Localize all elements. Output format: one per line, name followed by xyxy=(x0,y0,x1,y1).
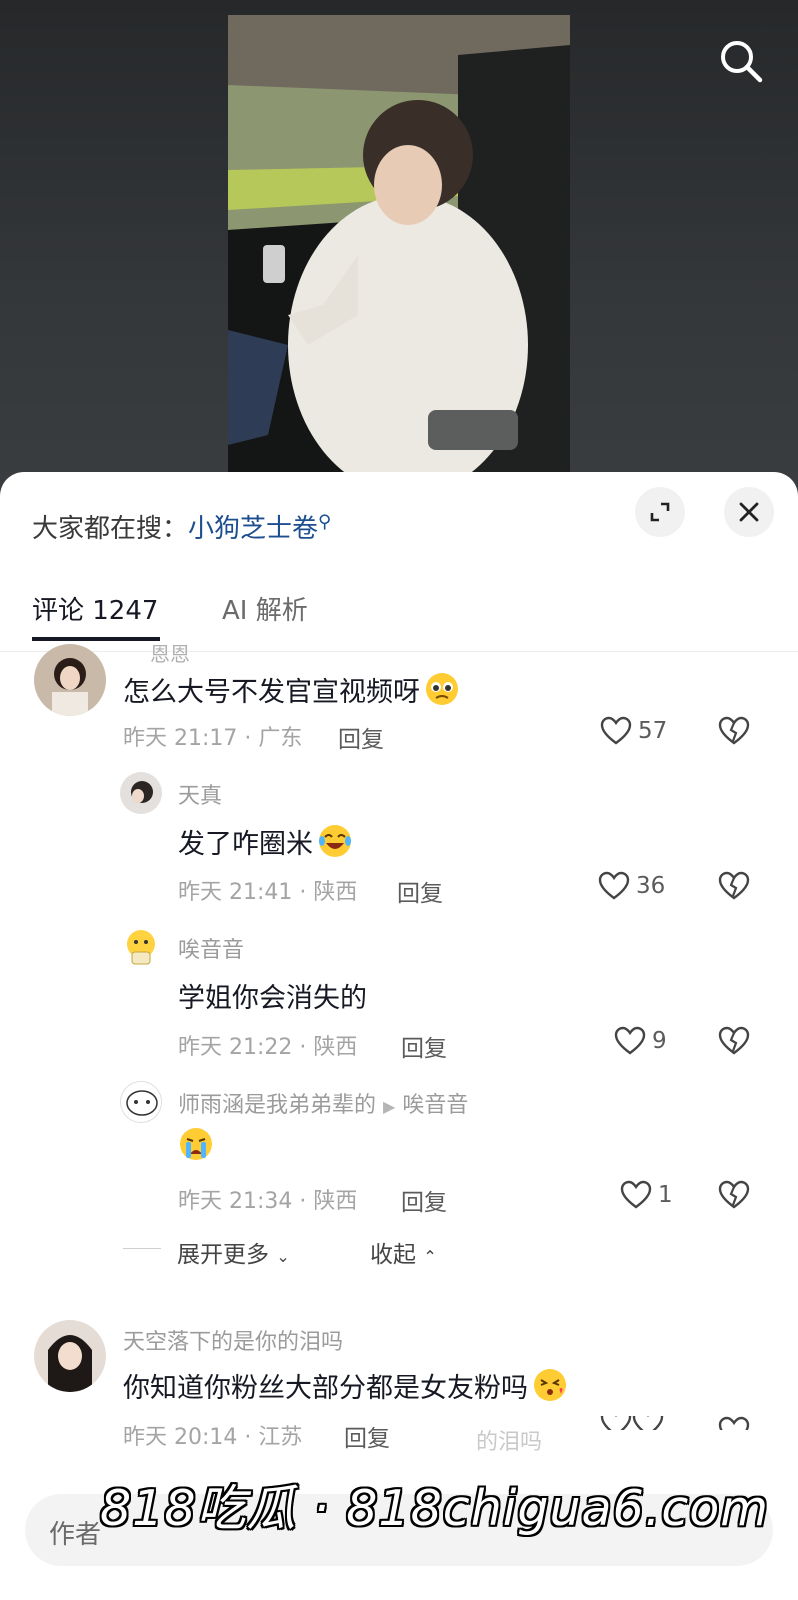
chevron-up-icon: ⌃ xyxy=(423,1247,437,1266)
broken-heart-icon xyxy=(718,871,750,900)
video-area xyxy=(0,0,798,490)
comment-sheet: 大家都在搜：小狗芝士卷⚲ 评论 1247 AI 解析 恩恩 怎么大号不发官宣视频… xyxy=(0,472,798,1600)
watermark: 818吃瓜 · 818chigua6.com xyxy=(100,1480,769,1537)
search-button[interactable] xyxy=(716,36,766,86)
avatar[interactable] xyxy=(120,1081,162,1123)
comment-text: 发了咋圈米 xyxy=(178,822,353,861)
active-tab-underline xyxy=(32,637,160,641)
username[interactable]: 唉音音 xyxy=(178,932,244,964)
kissing-face-icon xyxy=(534,1369,566,1401)
heart-icon xyxy=(600,1416,664,1430)
like-button[interactable]: 1 xyxy=(620,1180,673,1210)
close-icon xyxy=(739,502,759,522)
heart-icon xyxy=(614,1026,646,1055)
like-button[interactable]: 36 xyxy=(598,871,665,901)
video-thumbnail[interactable] xyxy=(228,15,570,480)
dislike-button[interactable] xyxy=(718,1180,750,1214)
heart-icon xyxy=(600,716,632,745)
broken-heart-icon xyxy=(718,1416,750,1430)
dislike-button[interactable] xyxy=(718,1026,750,1060)
input-placeholder: 作者 xyxy=(49,1520,102,1550)
like-button[interactable]: 57 xyxy=(600,716,667,746)
crying-face-icon xyxy=(180,1128,212,1160)
faded-overlay-text: 的泪吗 xyxy=(476,1430,543,1455)
dislike-button[interactable] xyxy=(718,1416,750,1430)
laugh-cry-face-icon xyxy=(319,825,351,857)
trending-prefix: 大家都在搜： xyxy=(32,514,189,544)
username[interactable]: 师雨涵是我弟弟辈的 ▶ 唉音音 xyxy=(178,1087,468,1119)
search-icon xyxy=(721,41,763,83)
comment-text: 你知道你粉丝大部分都是女友粉吗 xyxy=(123,1366,568,1405)
comment-meta: 昨天 21:34 · 陕西 xyxy=(178,1189,358,1214)
broken-heart-icon xyxy=(718,1180,750,1209)
broken-heart-icon xyxy=(718,1026,750,1055)
like-button[interactable] xyxy=(600,1416,664,1430)
heart-icon xyxy=(620,1180,652,1209)
heart-icon xyxy=(598,871,630,900)
username[interactable]: 天空落下的是你的泪吗 xyxy=(123,1324,343,1356)
avatar[interactable] xyxy=(120,772,162,814)
like-count: 57 xyxy=(638,718,668,744)
like-count: 1 xyxy=(658,1182,673,1208)
like-button[interactable]: 9 xyxy=(614,1026,667,1056)
avatar[interactable] xyxy=(34,644,106,716)
username[interactable]: 天真 xyxy=(178,778,222,810)
comment-text: 学姐你会消失的 xyxy=(178,983,367,1014)
pleading-face-icon xyxy=(426,673,458,705)
comment-meta: 昨天 21:22 · 陕西 xyxy=(178,1035,358,1060)
reply-button[interactable]: 回复 xyxy=(338,720,384,754)
reply-button[interactable]: 回复 xyxy=(344,1419,390,1453)
dislike-button[interactable] xyxy=(718,716,750,750)
search-icon: ⚲ xyxy=(318,511,332,533)
reply-arrow-icon: ▶ xyxy=(383,1097,396,1116)
reply-button[interactable]: 回复 xyxy=(401,1029,447,1063)
trending-keyword[interactable]: 小狗芝士卷 xyxy=(188,514,318,544)
collapse-button[interactable]: 收起 ⌃ xyxy=(370,1235,437,1269)
comment-text: 怎么大号不发官宣视频呀 xyxy=(123,670,460,709)
comment-tabs: 评论 1247 AI 解析 xyxy=(0,590,798,641)
tab-ai-analysis[interactable]: AI 解析 xyxy=(222,590,308,627)
close-button[interactable] xyxy=(724,487,774,537)
dislike-button[interactable] xyxy=(718,871,750,905)
tab-comments[interactable]: 评论 1247 xyxy=(32,590,158,627)
comment-meta: 昨天 21:17 · 广东 xyxy=(123,726,303,751)
chevron-down-icon: ⌄ xyxy=(276,1247,290,1266)
comment-meta: 昨天 20:14 · 江苏 xyxy=(123,1425,303,1450)
reply-button[interactable]: 回复 xyxy=(401,1183,447,1217)
avatar[interactable] xyxy=(120,926,162,968)
comment-list: 恩恩 怎么大号不发官宣视频呀 昨天 21:17 · 广东 回复 57 天真 发了… xyxy=(0,642,798,1504)
like-count: 36 xyxy=(636,873,666,899)
comment-meta: 昨天 21:41 · 陕西 xyxy=(178,880,358,905)
expand-button[interactable] xyxy=(635,487,685,537)
trending-search[interactable]: 大家都在搜：小狗芝士卷⚲ xyxy=(32,508,331,545)
like-count: 9 xyxy=(652,1028,667,1054)
avatar[interactable] xyxy=(34,1320,106,1392)
expand-more-button[interactable]: 展开更多 ⌄ xyxy=(177,1235,290,1269)
thread-divider xyxy=(123,1248,161,1249)
reply-button[interactable]: 回复 xyxy=(397,874,443,908)
comment-text xyxy=(178,1126,214,1163)
clipped-username: 恩恩 xyxy=(150,642,190,666)
expand-icon xyxy=(650,502,670,522)
broken-heart-icon xyxy=(718,716,750,745)
